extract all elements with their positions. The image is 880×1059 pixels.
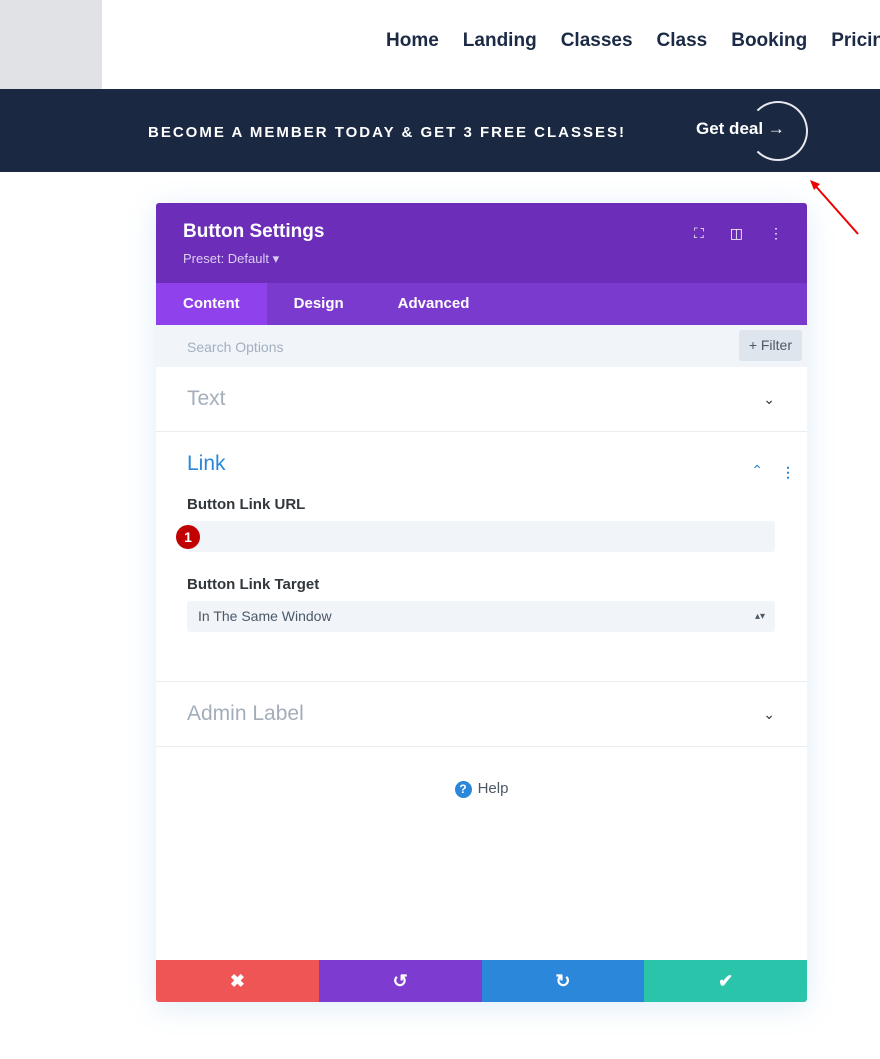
search-options-input[interactable]: Search Options + Filter [156,325,807,367]
main-nav: Home Landing Classes Class Booking Prici… [386,30,880,52]
tab-advanced[interactable]: Advanced [371,283,497,325]
link-url-label: Button Link URL [187,496,306,513]
button-settings-modal: Button Settings Preset: Default ▾ ⛶ ◫ ⋮ Co… [156,203,807,1002]
split-view-icon[interactable]: ◫ [730,225,743,242]
nav-class[interactable]: Class [657,30,708,52]
chevron-down-icon[interactable]: ⌄ [763,706,775,723]
fullscreen-icon[interactable]: ⛶ [694,225,704,242]
nav-classes[interactable]: Classes [561,30,633,52]
section-link-title[interactable]: Link [156,432,807,496]
nav-pricing[interactable]: Pricing [831,30,880,52]
section-text[interactable]: Text ⌄ [156,367,807,432]
chevron-down-icon[interactable]: ⌄ [763,391,775,408]
tab-content[interactable]: Content [156,283,267,325]
chevron-up-icon[interactable]: ⌃ [751,462,763,479]
modal-header: Button Settings Preset: Default ▾ ⛶ ◫ ⋮ [156,203,807,283]
filter-button[interactable]: + Filter [738,330,802,361]
modal-tabs: Content Design Advanced [156,283,807,325]
preset-dropdown[interactable]: Preset: Default ▾ [183,251,780,267]
banner-message: BECOME A MEMBER TODAY & GET 3 FREE CLASS… [148,124,626,141]
section-link: Link ⌃ ⋮ Button Link URL 1 Button Link T… [156,432,807,682]
help-link[interactable]: ? Help [156,780,807,798]
more-options-icon[interactable]: ⋮ [769,225,783,242]
nav-landing[interactable]: Landing [463,30,537,52]
section-menu-icon[interactable]: ⋮ [781,464,795,481]
circle-decoration [748,101,808,161]
logo[interactable] [0,0,102,89]
redo-button[interactable]: ↻ [481,960,645,1002]
nav-home[interactable]: Home [386,30,439,52]
modal-footer: ✖ ↺ ↻ ✔ [156,960,807,1002]
select-arrows-icon: ▴▾ [754,611,765,622]
tab-design[interactable]: Design [267,283,371,325]
search-placeholder: Search Options [187,339,284,355]
help-label: Help [477,780,509,797]
section-admin-title[interactable]: Admin Label [156,682,807,746]
promo-banner: BECOME A MEMBER TODAY & GET 3 FREE CLASS… [0,89,880,172]
step-badge: 1 [176,525,200,549]
cancel-button[interactable]: ✖ [156,960,319,1002]
link-target-value: In The Same Window [198,608,332,624]
link-target-label: Button Link Target [187,576,320,593]
undo-button[interactable]: ↺ [318,960,482,1002]
link-target-select[interactable]: In The Same Window ▴▾ [187,601,775,632]
modal-title: Button Settings [183,221,325,242]
annotation-arrow-icon [810,180,859,235]
nav-booking[interactable]: Booking [731,30,807,52]
help-icon: ? [454,781,472,798]
save-button[interactable]: ✔ [644,960,807,1002]
section-admin-label[interactable]: Admin Label ⌄ [156,682,807,747]
section-text-title[interactable]: Text [156,367,807,431]
